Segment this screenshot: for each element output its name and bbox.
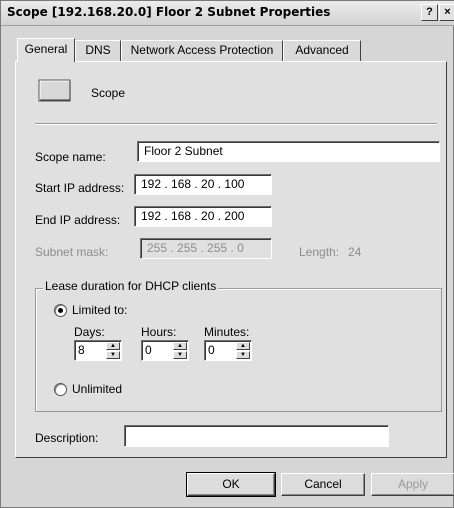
tab-dns[interactable]: DNS [75,40,121,61]
radio-selected-dot [58,308,63,313]
days-spinner[interactable]: 8 ▲ ▼ [74,340,122,361]
tab-advanced[interactable]: Advanced [283,40,361,61]
unlimited-radio[interactable] [54,383,67,396]
limited-radio[interactable] [54,304,67,317]
help-button[interactable]: ? [421,4,438,21]
hours-value: 0 [145,343,152,357]
hours-down-arrow-icon[interactable]: ▼ [173,351,187,359]
unlimited-label: Unlimited [72,382,123,396]
description-label: Description: [35,431,99,445]
scope-name-input[interactable]: Floor 2 Subnet [137,141,440,162]
hours-label: Hours: [141,325,177,339]
minutes-spinner[interactable]: 0 ▲ ▼ [204,340,252,361]
hours-spinner[interactable]: 0 ▲ ▼ [141,340,189,361]
tab-network-access-protection[interactable]: Network Access Protection [121,40,283,61]
window-title: Scope [192.168.20.0] Floor 2 Subnet Prop… [7,5,331,19]
start-ip-label: Start IP address: [35,181,125,195]
tab-general[interactable]: General [17,38,75,62]
limited-label: Limited to: [72,303,128,317]
end-ip-input[interactable]: 192 . 168 . 20 . 200 [134,206,272,227]
cancel-button[interactable]: Cancel [281,473,365,496]
scope-name-label: Scope name: [35,150,106,164]
ok-button[interactable]: OK [186,472,276,497]
lease-duration-title: Lease duration for DHCP clients [43,279,219,293]
minutes-value: 0 [208,343,215,357]
length-label: Length: [299,245,340,259]
folder-icon [38,79,71,102]
close-button[interactable]: × [439,4,454,21]
end-ip-label: End IP address: [35,213,121,227]
minutes-label: Minutes: [204,325,250,339]
days-value: 8 [78,343,85,357]
minutes-down-arrow-icon[interactable]: ▼ [236,351,250,359]
days-up-arrow-icon[interactable]: ▲ [106,342,120,350]
days-down-arrow-icon[interactable]: ▼ [106,351,120,359]
separator [35,123,437,125]
description-input[interactable] [124,425,389,447]
properties-dialog: Scope [192.168.20.0] Floor 2 Subnet Prop… [0,0,454,508]
title-bar[interactable]: Scope [192.168.20.0] Floor 2 Subnet Prop… [1,1,454,26]
hours-up-arrow-icon[interactable]: ▲ [173,342,187,350]
length-value: 24 [348,245,362,259]
subnet-mask-input: 255 . 255 . 255 . 0 [140,238,272,259]
apply-button[interactable]: Apply [371,473,454,496]
subnet-mask-label: Subnet mask: [35,245,109,259]
days-label: Days: [74,325,105,339]
start-ip-input[interactable]: 192 . 168 . 20 . 100 [134,174,272,195]
minutes-up-arrow-icon[interactable]: ▲ [236,342,250,350]
scope-header-label: Scope [91,86,126,100]
